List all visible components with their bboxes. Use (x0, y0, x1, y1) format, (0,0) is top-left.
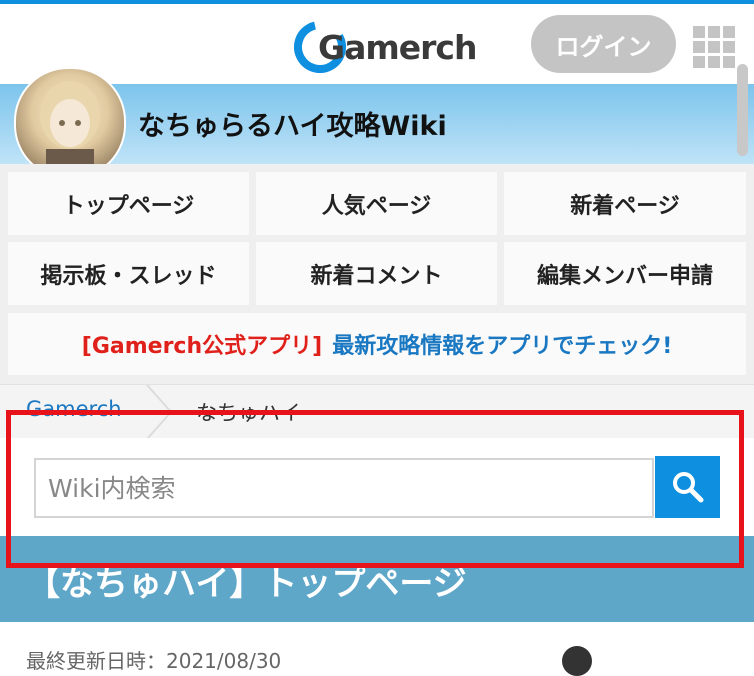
site-header: Gamerch ログイン (0, 4, 754, 84)
nav-new-comments[interactable]: 新着コメント (256, 242, 497, 305)
nav-bulletin-board[interactable]: 掲示板・スレッド (8, 242, 249, 305)
gamerch-logo[interactable]: Gamerch (294, 18, 477, 76)
wiki-title[interactable]: なちゅらるハイ攻略Wiki (138, 104, 447, 143)
nav-top-page[interactable]: トップページ (8, 172, 249, 235)
promo-text: 最新攻略情報をアプリでチェック! (332, 334, 673, 359)
pin-icon[interactable] (562, 646, 592, 676)
last-updated: 最終更新日時：2021/08/30 (26, 649, 282, 673)
nav-popular-pages[interactable]: 人気ページ (256, 172, 497, 235)
promo-tag: [Gamerch公式アプリ] (81, 334, 323, 359)
wiki-avatar (14, 67, 126, 179)
nav-editor-application[interactable]: 編集メンバー申請 (504, 242, 746, 305)
avatar-image (40, 81, 100, 177)
scrollbar-thumb[interactable] (737, 64, 748, 156)
login-button[interactable]: ログイン (531, 15, 676, 73)
app-promo-link[interactable]: [Gamerch公式アプリ] 最新攻略情報をアプリでチェック! (8, 313, 746, 375)
gamerch-logo-text: Gamerch (318, 27, 477, 67)
highlight-box (6, 410, 744, 568)
grid-menu-icon[interactable] (693, 26, 735, 68)
nav-new-pages[interactable]: 新着ページ (504, 172, 746, 235)
